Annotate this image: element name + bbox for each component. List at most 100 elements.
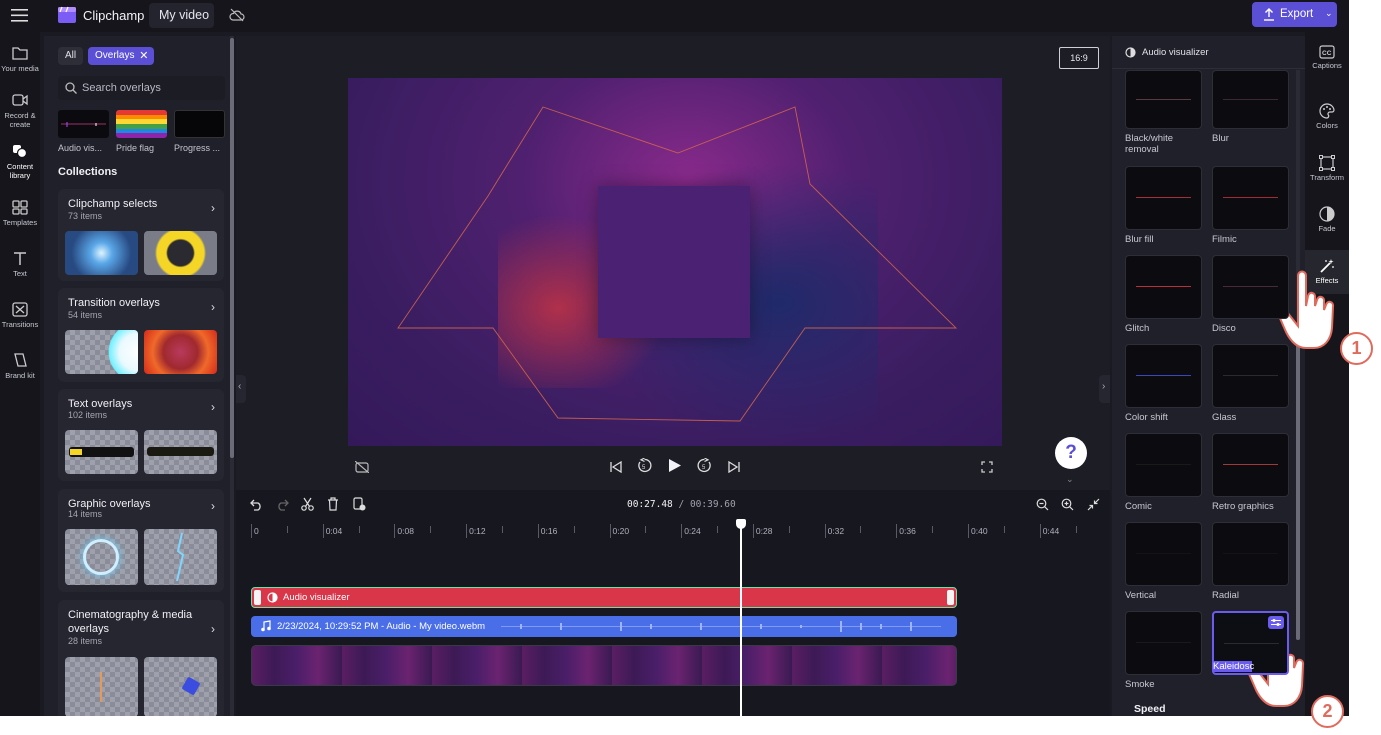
prop-label: Colors xyxy=(1316,121,1338,130)
effect-tile[interactable] xyxy=(1212,433,1289,497)
effect-tile[interactable] xyxy=(1125,611,1202,675)
rail-text[interactable]: Text xyxy=(0,250,40,278)
ruler-label: 0:04 xyxy=(325,526,343,536)
adjust-settings-icon[interactable] xyxy=(1268,616,1284,629)
filter-all-chip[interactable]: All xyxy=(58,47,84,65)
audio-visualizer-icon xyxy=(1125,47,1136,58)
rail-label: Record & create xyxy=(4,111,36,129)
forward-5s-icon[interactable]: 5 xyxy=(697,457,712,478)
undo-icon[interactable] xyxy=(250,498,263,516)
effect-tile[interactable] xyxy=(1212,166,1289,230)
video-preview[interactable] xyxy=(348,78,1002,446)
clip-trim-handle-right[interactable] xyxy=(947,590,954,605)
ruler-label: 0:36 xyxy=(899,526,916,536)
search-placeholder: Search overlays xyxy=(82,82,161,94)
prop-colors[interactable]: Colors xyxy=(1305,103,1349,130)
effect-tile[interactable] xyxy=(1125,70,1202,129)
export-button[interactable]: Export ⌄ xyxy=(1252,2,1337,27)
rail-label: Templates xyxy=(2,218,38,227)
ruler-label: 0:08 xyxy=(397,526,414,536)
prop-captions[interactable]: CC Captions xyxy=(1305,45,1349,70)
effect-tile[interactable] xyxy=(1125,344,1202,408)
fullscreen-icon[interactable] xyxy=(981,460,993,478)
skip-forward-icon[interactable] xyxy=(728,460,740,478)
ruler-subtick xyxy=(358,526,360,533)
rail-content-library[interactable]: Content library xyxy=(0,143,40,180)
library-scrollbar[interactable] xyxy=(230,36,234,716)
effects-scrollbar-thumb[interactable] xyxy=(1296,340,1300,640)
search-icon xyxy=(65,82,77,94)
audio-visualizer-icon xyxy=(267,592,278,603)
overlay-clip[interactable]: Audio visualizer xyxy=(251,587,957,608)
ruler-subtick xyxy=(430,526,432,533)
progress-bar-thumb[interactable] xyxy=(174,110,225,138)
text-icon xyxy=(14,252,26,265)
video-clip[interactable] xyxy=(251,645,957,686)
ruler-tick xyxy=(681,524,683,538)
close-icon[interactable]: ✕ xyxy=(139,47,148,65)
playhead[interactable] xyxy=(740,520,742,716)
collection-card[interactable]: Transition overlays 54 items › xyxy=(58,288,224,382)
audio-visualizer-thumb[interactable] xyxy=(58,110,109,138)
zoom-out-icon[interactable] xyxy=(1036,498,1049,516)
effect-tile[interactable] xyxy=(1212,255,1289,319)
collection-card[interactable]: Cinematography & media overlays 28 items… xyxy=(58,600,224,716)
cinematography-thumb xyxy=(144,657,217,716)
effect-tile[interactable] xyxy=(1125,166,1202,230)
menu-icon[interactable] xyxy=(11,9,28,27)
rail-label: Your media xyxy=(1,64,39,73)
rewind-5s-icon[interactable]: 5 xyxy=(637,457,652,478)
rail-your-media[interactable]: Your media xyxy=(0,45,40,73)
rail-templates[interactable]: Templates xyxy=(0,199,40,227)
effect-tile[interactable] xyxy=(1125,255,1202,319)
filter-overlays-chip[interactable]: Overlays ✕ xyxy=(88,47,155,65)
camera-off-icon[interactable] xyxy=(354,460,370,478)
audio-clip[interactable]: 2/23/2024, 10:29:52 PM - Audio - My vide… xyxy=(251,616,957,637)
chevron-right-icon: › xyxy=(211,201,215,215)
effects-panel-header: Audio visualizer xyxy=(1142,47,1209,58)
play-icon[interactable] xyxy=(668,458,682,478)
redo-icon[interactable] xyxy=(276,498,289,516)
fit-timeline-icon[interactable] xyxy=(1087,498,1100,516)
effect-tile[interactable] xyxy=(1125,522,1202,586)
effect-preview-line xyxy=(1223,286,1278,287)
project-name-field[interactable]: My video xyxy=(149,3,214,28)
collection-card[interactable]: Text overlays 102 items › xyxy=(58,389,224,481)
effect-label: Glitch xyxy=(1125,323,1150,334)
rail-transitions[interactable]: Transitions xyxy=(0,301,40,329)
ruler-tick xyxy=(824,524,826,538)
pride-flag-thumb[interactable] xyxy=(116,110,167,138)
effect-preview-line xyxy=(1136,464,1191,465)
zoom-in-icon[interactable] xyxy=(1061,498,1074,516)
search-input[interactable]: Search overlays xyxy=(58,76,225,100)
clip-trim-handle-left[interactable] xyxy=(254,590,261,605)
help-button[interactable]: ? xyxy=(1055,437,1087,469)
collection-card[interactable]: Clipchamp selects 73 items › xyxy=(58,189,224,281)
effect-tile[interactable] xyxy=(1212,70,1289,129)
ruler-tick xyxy=(968,524,969,538)
ruler-tick xyxy=(537,524,539,538)
collection-title: Transition overlays xyxy=(68,297,160,309)
collapse-right-button[interactable]: › xyxy=(1099,375,1110,403)
skip-back-icon[interactable] xyxy=(610,460,622,478)
duplicate-icon[interactable] xyxy=(353,497,366,516)
effect-tile[interactable] xyxy=(1125,433,1202,497)
playhead-handle[interactable] xyxy=(736,519,746,529)
rail-record-create[interactable]: Record & create xyxy=(0,92,40,129)
aspect-ratio-button[interactable]: 16:9 xyxy=(1059,47,1099,69)
chevron-down-icon[interactable]: ⌄ xyxy=(1066,474,1074,485)
svg-text:5: 5 xyxy=(642,465,646,471)
ruler-tick xyxy=(609,524,611,538)
collapse-left-button[interactable]: ‹ xyxy=(236,375,246,403)
effect-label: Blur fill xyxy=(1125,234,1154,245)
center-square xyxy=(598,186,750,338)
effect-tile[interactable] xyxy=(1212,522,1289,586)
scissors-icon[interactable] xyxy=(301,497,314,516)
effect-preview-line xyxy=(1223,98,1278,100)
rail-brand-kit[interactable]: Brand kit xyxy=(0,352,40,380)
prop-fade[interactable]: Fade xyxy=(1305,206,1349,233)
delete-icon[interactable] xyxy=(327,497,339,516)
collection-card[interactable]: Graphic overlays 14 items › xyxy=(58,489,224,592)
effect-tile[interactable] xyxy=(1212,344,1289,408)
prop-transform[interactable]: Transform xyxy=(1305,155,1349,182)
